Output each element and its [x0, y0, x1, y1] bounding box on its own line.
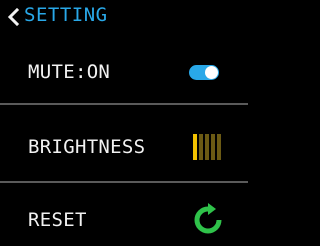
brightness-bar — [205, 134, 209, 160]
toggle-knob — [205, 66, 218, 79]
refresh-icon[interactable] — [191, 203, 225, 237]
brightness-label: BRIGHTNESS — [28, 136, 146, 158]
header-bar: SETTING — [0, 0, 248, 32]
reset-label: RESET — [28, 209, 87, 231]
brightness-bar — [199, 134, 203, 160]
brightness-setting-row[interactable]: BRIGHTNESS — [0, 127, 248, 167]
divider — [0, 103, 248, 105]
mute-label: MUTE:ON — [28, 61, 111, 83]
brightness-bar — [217, 134, 221, 160]
reset-setting-row[interactable]: RESET — [0, 200, 248, 240]
brightness-level-indicator[interactable] — [193, 134, 223, 160]
brightness-bar — [211, 134, 215, 160]
mute-toggle[interactable] — [189, 65, 219, 80]
chevron-left-icon[interactable] — [6, 8, 20, 26]
page-title: SETTING — [24, 4, 108, 26]
mute-setting-row[interactable]: MUTE:ON — [0, 52, 248, 92]
brightness-bar — [193, 134, 197, 160]
divider — [0, 181, 248, 183]
